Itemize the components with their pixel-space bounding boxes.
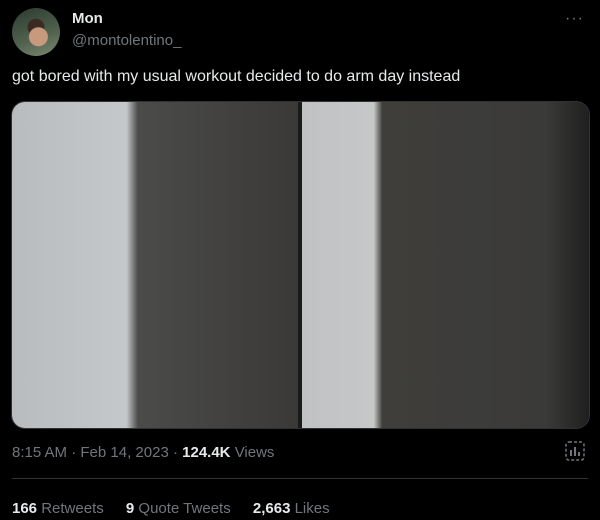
- tweet-text: got bored with my usual workout decided …: [12, 68, 461, 85]
- views-count: 124.4K: [182, 444, 231, 461]
- photo-left[interactable]: [12, 102, 298, 428]
- tweet-header: Mon @montolentino_ ···: [12, 8, 588, 56]
- meta-separator: ·: [71, 444, 77, 461]
- likes-stat[interactable]: 2,663 Likes: [253, 500, 330, 517]
- photo-right[interactable]: [302, 102, 589, 428]
- author-name[interactable]: Mon: [72, 10, 103, 27]
- tweet-date[interactable]: Feb 14, 2023: [80, 444, 168, 461]
- likes-count: 2,663: [252, 500, 291, 517]
- quote-tweets-label: Quote Tweets: [138, 500, 231, 517]
- analytics-icon[interactable]: [564, 440, 586, 462]
- avatar[interactable]: [12, 8, 60, 56]
- retweets-count: 166: [12, 500, 38, 517]
- quote-tweets-stat[interactable]: 9 Quote Tweets: [126, 500, 235, 517]
- views-label: Views: [234, 444, 275, 461]
- retweets-label: Retweets: [41, 500, 104, 517]
- more-options-icon[interactable]: ···: [565, 10, 584, 28]
- divider: [12, 478, 588, 479]
- media-grid: [11, 101, 590, 429]
- tweet-time[interactable]: 8:15 AM: [12, 444, 67, 461]
- likes-label: Likes: [294, 500, 330, 517]
- quote-tweets-count: 9: [125, 500, 135, 517]
- tweet-meta: 8:15 AM · Feb 14, 2023 · 124.4K Views: [12, 444, 274, 461]
- meta-separator: ·: [172, 444, 178, 461]
- author-handle[interactable]: @montolentino_: [72, 32, 181, 49]
- tweet-stats: 166 Retweets 9 Quote Tweets 2,663 Likes: [12, 500, 348, 517]
- retweets-stat[interactable]: 166 Retweets: [12, 500, 108, 517]
